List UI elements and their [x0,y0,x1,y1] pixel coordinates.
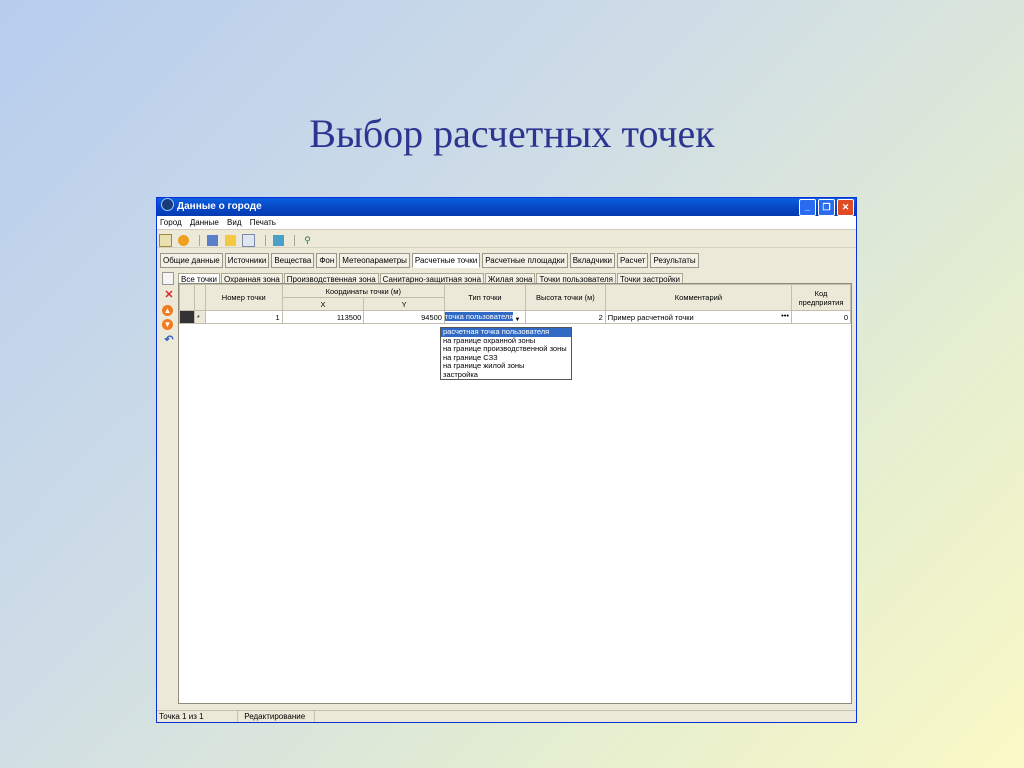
app-icon [161,198,174,211]
col-number-header[interactable]: Номер точки [204,284,283,311]
new-record-icon[interactable] [162,272,174,285]
tab-substances[interactable]: Вещества [271,253,315,268]
col-comment-header[interactable]: Комментарий [604,284,793,311]
type-dropdown-list[interactable]: расчетная точка пользователя на границе … [440,327,572,380]
title-bar[interactable]: Данные о городе _ ❐ ✕ [157,198,856,216]
tab-contributors[interactable]: Вкладчики [569,253,616,268]
tab-sources[interactable]: Источники [224,253,270,268]
cell-x[interactable]: 113500 [281,310,365,324]
tab-calculation[interactable]: Расчет [617,253,649,268]
table-row[interactable]: * 1 113500 94500 точка пользователя▼ 2 П… [179,310,851,324]
folder-icon[interactable] [224,235,236,247]
menu-vid[interactable]: Вид [227,218,241,227]
row-indicator[interactable] [179,310,195,324]
delete-icon[interactable]: ✕ [162,288,176,302]
status-bar: Точка 1 из 1 Редактирование [157,710,856,722]
app-window: Данные о городе _ ❐ ✕ Город Данные Вид Печ… [157,198,856,722]
col-coords-header: Координаты точки (м) [281,284,445,298]
menu-dannye[interactable]: Данные [190,218,219,227]
toolbar-separator [293,235,295,247]
col-height-header[interactable]: Высота точки (м) [524,284,606,311]
toolbar: ⚲ [157,230,856,248]
slide-title: Выбор расчетных точек [309,111,715,156]
col-type-header[interactable]: Тип точки [443,284,526,311]
copy-icon[interactable] [242,234,256,248]
col-x-header[interactable]: X [281,297,365,311]
cell-height[interactable]: 2 [524,310,606,324]
undo-icon[interactable]: ↶ [162,333,176,347]
move-down-icon[interactable]: ▼ [162,319,173,330]
tab-calc-areas[interactable]: Расчетные площадки [482,253,568,268]
tab-meteo[interactable]: Метеопараметры [339,253,410,268]
map-icon[interactable] [273,235,285,247]
tab-calc-points[interactable]: Расчетные точки [411,253,481,268]
dropdown-option[interactable]: застройка [441,370,571,380]
col-y-header[interactable]: Y [363,297,445,311]
side-toolbar: ✕ ▲ ▼ ↶ [159,270,177,350]
col-code-header[interactable]: Код предприятия [791,284,851,311]
move-up-icon[interactable]: ▲ [162,305,173,316]
main-tabs: Общие данные Источники Вещества Фон Метеопар… [157,248,856,268]
menu-bar: Город Данные Вид Печать [157,216,856,230]
cell-type-select[interactable]: точка пользователя▼ [443,310,526,324]
cell-y[interactable]: 94500 [363,310,445,324]
chevron-down-icon[interactable]: ▼ [513,317,522,323]
cell-comment[interactable]: Пример расчетной точки ••• [604,310,793,324]
points-table: Номер точки Координаты точки (м) Тип точ… [179,284,851,324]
row-indicator-header [179,284,195,311]
window-title: Данные о городе [177,201,262,212]
cell-comment-text: Пример расчетной точки [607,312,694,322]
cell-number[interactable]: 1 [204,310,283,324]
tab-results[interactable]: Результаты [650,253,699,268]
row-marker: * [193,310,206,324]
cell-code[interactable]: 0 [791,310,851,324]
print-icon[interactable] [207,235,219,247]
status-position: Точка 1 из 1 [157,711,238,722]
search-icon[interactable]: ⚲ [302,235,313,246]
restore-button[interactable]: ❐ [818,199,835,216]
tab-background[interactable]: Фон [316,253,338,268]
close-button[interactable]: ✕ [837,199,854,216]
points-grid[interactable]: Номер точки Координаты точки (м) Тип точ… [178,283,852,704]
open-icon[interactable] [159,234,172,248]
ellipsis-button[interactable]: ••• [781,311,789,320]
record-icon[interactable] [178,235,190,247]
toolbar-separator [198,235,200,247]
status-mode: Редактирование [240,711,316,722]
menu-gorod[interactable]: Город [160,218,182,227]
cell-type-value[interactable]: точка пользователя [444,311,513,321]
tab-general[interactable]: Общие данные [160,253,223,268]
sub-tabs: Все точки Охранная зона Производственная з… [178,269,684,287]
menu-pechat[interactable]: Печать [250,218,276,227]
toolbar-separator [264,235,266,247]
minimize-button[interactable]: _ [799,199,816,216]
row-marker-header [193,284,206,311]
